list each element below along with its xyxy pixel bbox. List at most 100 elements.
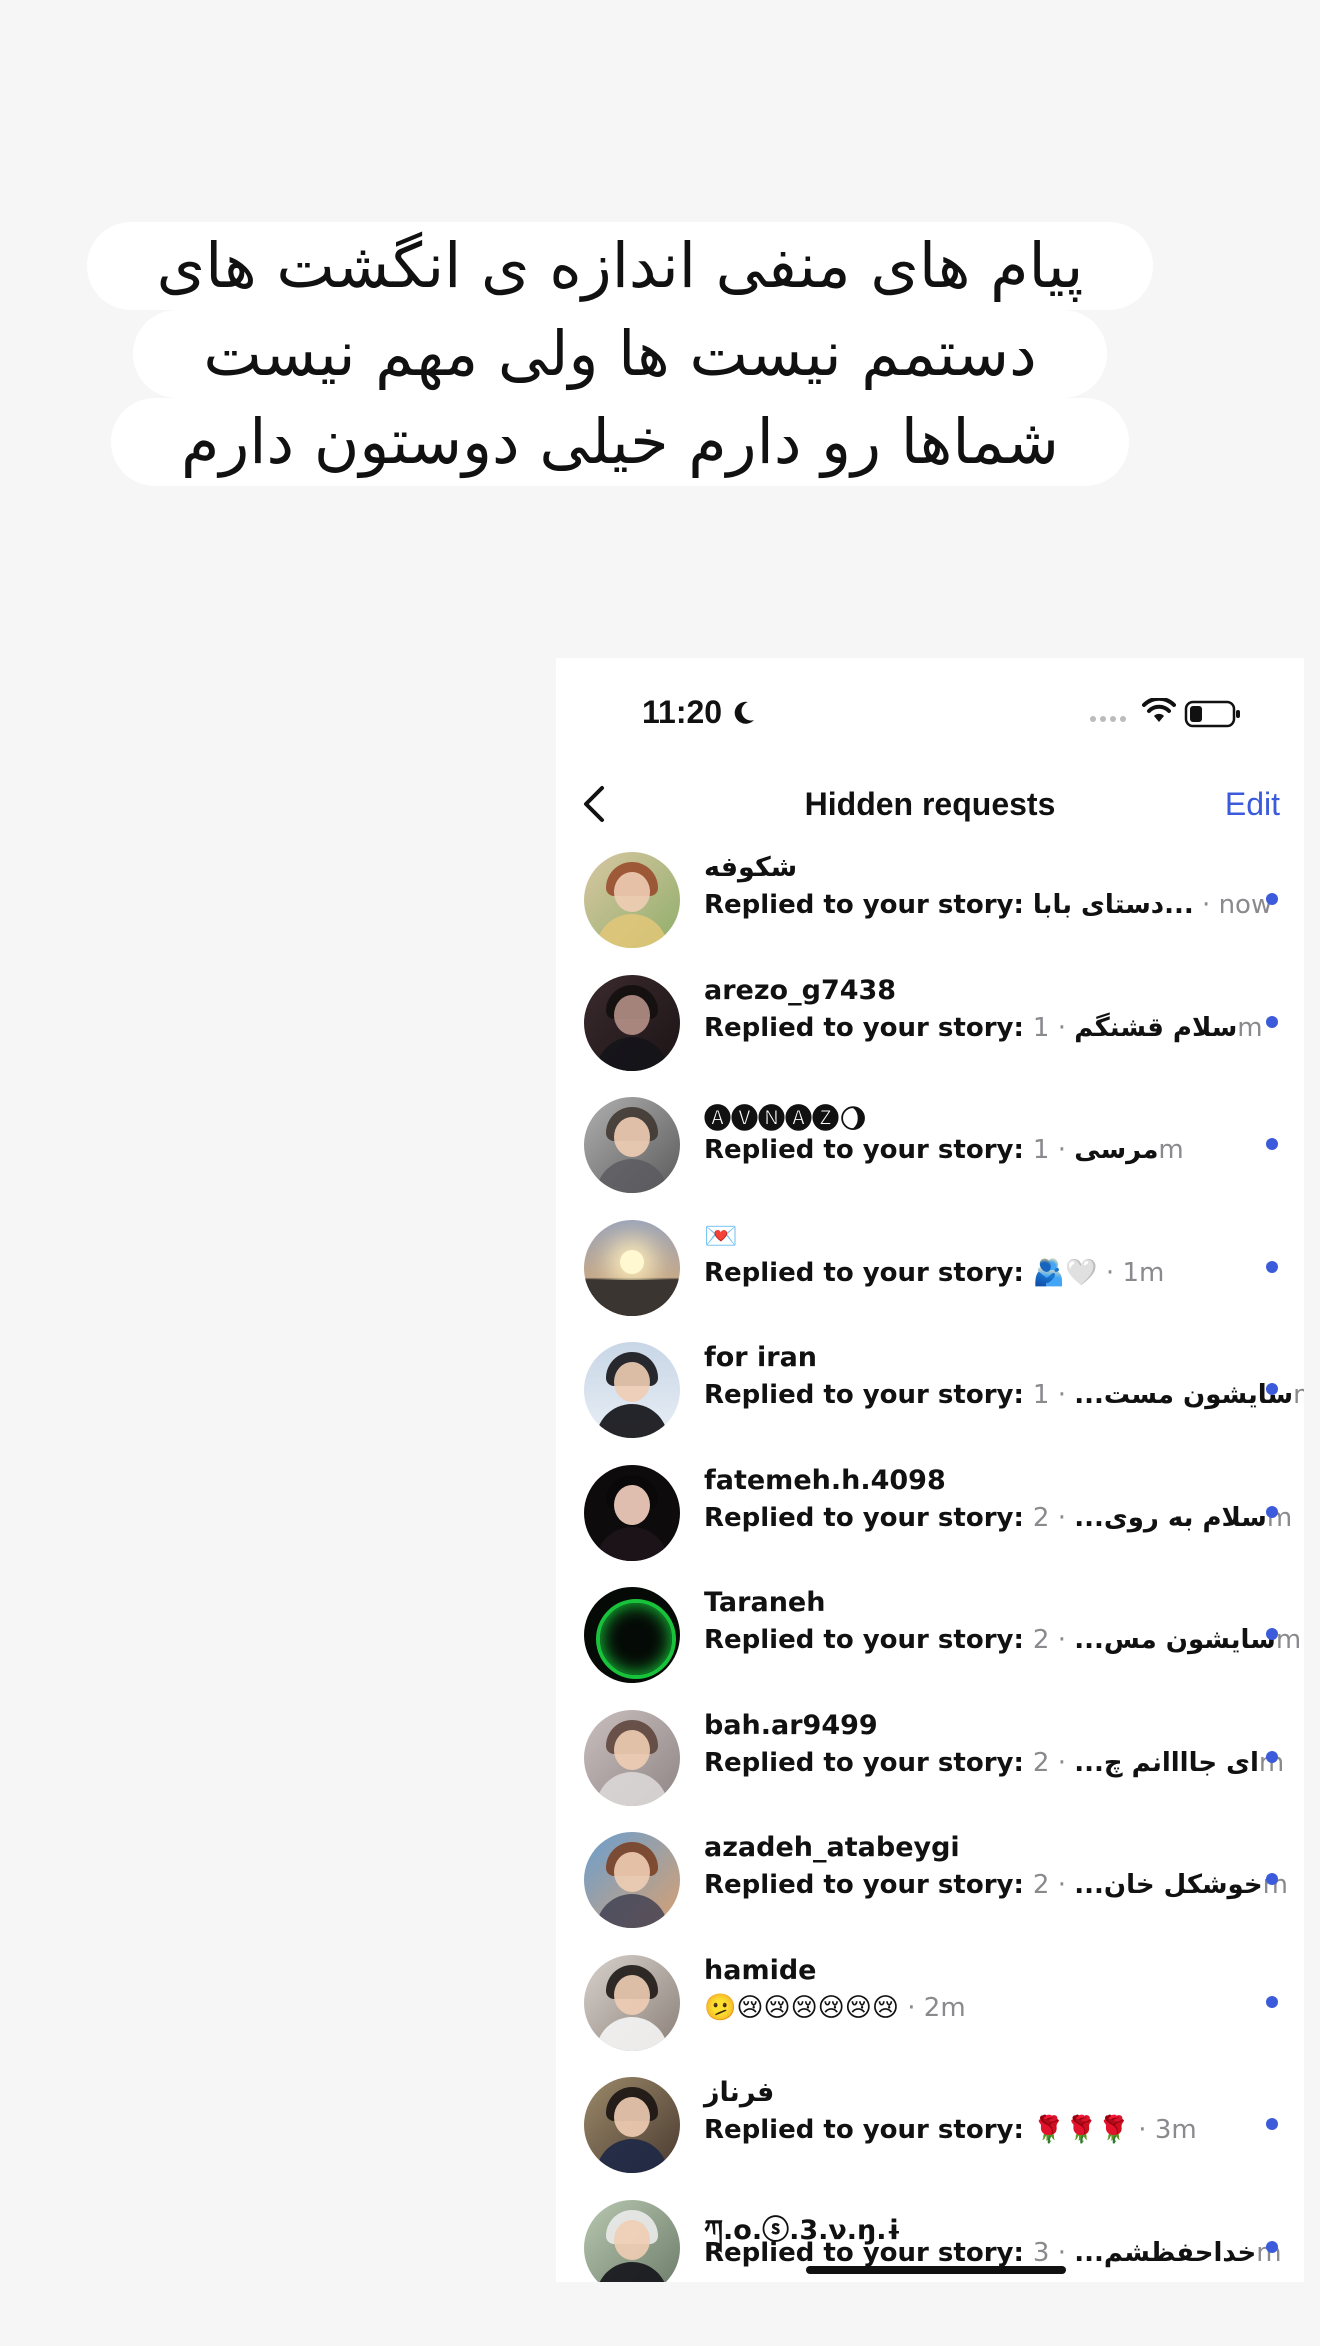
unread-dot bbox=[1266, 2240, 1278, 2253]
request-preview: Replied to your story: سایشون مست... · 1… bbox=[704, 1380, 1304, 1410]
request-username: hamide bbox=[704, 1954, 817, 1986]
request-username: bah.ar9499 bbox=[704, 1709, 878, 1741]
avatar bbox=[584, 1832, 680, 1928]
preview-snippet: مرسی bbox=[1074, 1135, 1159, 1165]
unread-dot bbox=[1266, 1628, 1278, 1640]
avatar bbox=[584, 1342, 680, 1438]
request-row[interactable]: 🅐🅥🅝🅐🅩🌖 Replied to your story: مرسی · 1m bbox=[556, 1085, 1304, 1208]
request-preview: Replied to your story: 🌹🌹🌹 · 3m bbox=[704, 2115, 1197, 2145]
preview-prefix: Replied to your story: bbox=[704, 1502, 1033, 1533]
avatar bbox=[584, 1464, 680, 1561]
preview-prefix: Replied to your story: bbox=[704, 890, 1033, 920]
wifi-icon bbox=[1142, 698, 1176, 722]
preview-prefix: Replied to your story: bbox=[704, 1257, 1033, 1288]
request-preview: Replied to your story: ای جاااانم چ... ·… bbox=[704, 1748, 1284, 1778]
battery-icon bbox=[1184, 700, 1240, 728]
request-row[interactable]: azadeh_atabeygi Replied to your story: خ… bbox=[556, 1820, 1304, 1943]
preview-prefix: Replied to your story: bbox=[704, 1380, 1033, 1410]
unread-dot bbox=[1266, 893, 1278, 905]
request-preview: Replied to your story: سلام به روی... · … bbox=[704, 1503, 1292, 1533]
request-username: 🅐🅥🅝🅐🅩🌖 bbox=[704, 1104, 868, 1135]
unread-dot bbox=[1266, 1383, 1278, 1395]
avatar bbox=[584, 974, 680, 1071]
unread-dot bbox=[1266, 1138, 1278, 1150]
unread-dot bbox=[1266, 2118, 1278, 2130]
request-row[interactable]: bah.ar9499 Replied to your story: ای جاا… bbox=[556, 1698, 1304, 1821]
request-row[interactable]: for iran Replied to your story: سایشون م… bbox=[556, 1330, 1304, 1453]
request-preview: Replied to your story: دستای بابا... · n… bbox=[704, 890, 1272, 920]
request-preview: Replied to your story: سلام قشنگم · 1m bbox=[704, 1013, 1263, 1043]
preview-snippet: 🌹🌹🌹 bbox=[1032, 2115, 1131, 2145]
request-row[interactable]: fatemeh.h.4098 Replied to your story: سل… bbox=[556, 1453, 1304, 1576]
request-username: for iran bbox=[704, 1342, 818, 1373]
preview-snippet: خداحفظشم... bbox=[1074, 2237, 1257, 2268]
request-username: azadeh_atabeygi bbox=[704, 1832, 960, 1863]
avatar bbox=[584, 1709, 680, 1806]
home-indicator bbox=[806, 2266, 1066, 2274]
request-username: fatemeh.h.4098 bbox=[704, 1464, 946, 1496]
unread-dot bbox=[1266, 1750, 1278, 1763]
unread-dot bbox=[1266, 1260, 1278, 1273]
request-row[interactable]: فرناز Replied to your story: 🌹🌹🌹 · 3m bbox=[556, 2065, 1304, 2188]
preview-snippet: ای جاااانم چ... bbox=[1074, 1747, 1259, 1778]
preview-prefix: Replied to your story: bbox=[704, 1012, 1033, 1043]
time-ago: · 3m bbox=[1130, 2115, 1197, 2145]
preview-snippet: سلام قشنگم bbox=[1074, 1012, 1238, 1043]
avatar bbox=[584, 2077, 680, 2173]
request-row[interactable]: hamide 🫤😢😢😢😢😢😢 · 2m bbox=[556, 1943, 1304, 2066]
preview-prefix: Replied to your story: bbox=[704, 1870, 1033, 1900]
preview-snippet: سلام به روی... bbox=[1074, 1502, 1267, 1533]
status-time: 11:20 bbox=[642, 694, 723, 730]
request-row[interactable]: arezo_g7438 Replied to your story: سلام … bbox=[556, 963, 1304, 1086]
signal-dots-icon bbox=[1090, 716, 1130, 722]
request-row[interactable]: 💌 Replied to your story: 🫂🤍 · 1m bbox=[556, 1208, 1304, 1331]
avatar bbox=[584, 2199, 680, 2282]
avatar bbox=[584, 1954, 680, 2051]
avatar bbox=[584, 1587, 680, 1683]
request-preview: Replied to your story: خداحفظشم... · 3m bbox=[704, 2238, 1282, 2268]
caption-line-3: شماها رو دارم خیلی دوستون دارم bbox=[110, 398, 1130, 486]
request-preview: Replied to your story: سایشون مس... · 2m bbox=[704, 1625, 1301, 1655]
request-username: فرناز bbox=[704, 2077, 775, 2108]
nav-bar: Hidden requests Edit bbox=[556, 768, 1304, 840]
request-preview: Replied to your story: خوشکل خان... · 2m bbox=[704, 1870, 1288, 1900]
request-username: 💌 bbox=[704, 1220, 738, 1252]
requests-list: شکوفه Replied to your story: دستای بابا.… bbox=[556, 840, 1304, 2282]
request-username: Taraneh bbox=[704, 1587, 826, 1618]
time-ago: · 1m bbox=[1097, 1257, 1165, 1288]
preview-prefix: Replied to your story: bbox=[704, 2237, 1033, 2268]
avatar bbox=[584, 1097, 680, 1193]
preview-prefix: Replied to your story: bbox=[704, 1747, 1033, 1778]
request-username: شکوفه bbox=[704, 852, 798, 883]
edit-button[interactable]: Edit bbox=[1225, 786, 1280, 823]
request-row[interactable]: Taraneh Replied to your story: سایشون مس… bbox=[556, 1575, 1304, 1698]
caption-line-1: پیام های منفی اندازه ی انگشت های bbox=[86, 222, 1154, 310]
request-username: arezo_g7438 bbox=[704, 974, 897, 1006]
time-ago: · now bbox=[1193, 890, 1273, 920]
preview-snippet: خوشکل خان... bbox=[1074, 1870, 1263, 1900]
avatar bbox=[584, 852, 680, 948]
moon-icon bbox=[734, 701, 754, 724]
unread-dot bbox=[1266, 1505, 1278, 1518]
preview-prefix: Replied to your story: bbox=[704, 2115, 1033, 2145]
page-title: Hidden requests bbox=[804, 786, 1056, 822]
preview-snippet: دستای بابا... bbox=[1032, 890, 1194, 920]
caption-line-2: دستمم نیست ها ولی مهم نیست bbox=[133, 310, 1107, 398]
request-preview: Replied to your story: مرسی · 1m bbox=[704, 1135, 1184, 1165]
avatar bbox=[584, 1219, 680, 1316]
story-caption: پیام های منفی اندازه ی انگشت های دستمم ن… bbox=[60, 222, 1180, 486]
phone-screenshot: 11:20 Hidden requests Edit شکوفه Replied… bbox=[556, 658, 1304, 2282]
unread-dot bbox=[1266, 1873, 1278, 1885]
preview-prefix: Replied to your story: bbox=[704, 1135, 1033, 1165]
unread-dot bbox=[1266, 1995, 1278, 2008]
request-preview: 🫤😢😢😢😢😢😢 · 2m bbox=[704, 1993, 966, 2023]
request-row[interactable]: شکوفه Replied to your story: دستای بابا.… bbox=[556, 840, 1304, 963]
unread-dot bbox=[1266, 1015, 1278, 1028]
status-bar: 11:20 bbox=[556, 658, 1304, 768]
time-ago: · 2m bbox=[899, 1992, 966, 2023]
preview-snippet: سایشون مس... bbox=[1074, 1625, 1276, 1655]
preview-prefix: Replied to your story: bbox=[704, 1625, 1033, 1655]
preview-snippet: 🫤😢😢😢😢😢😢 bbox=[704, 1992, 899, 2023]
request-preview: Replied to your story: 🫂🤍 · 1m bbox=[704, 1258, 1164, 1288]
preview-snippet: سایشون مست... bbox=[1074, 1380, 1294, 1410]
